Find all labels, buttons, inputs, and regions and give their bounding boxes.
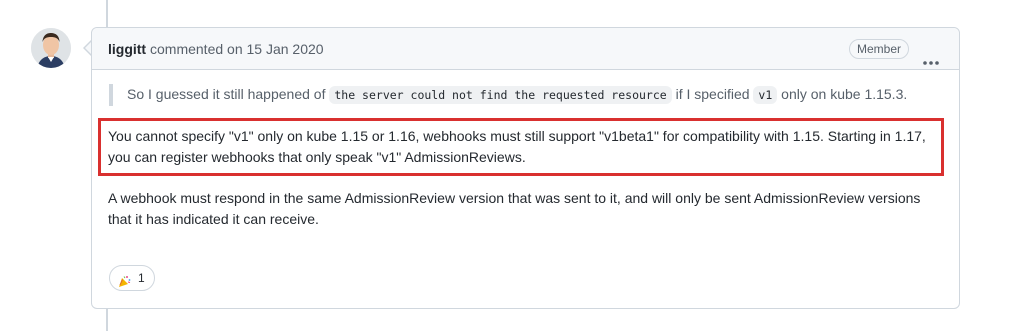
quote-code-1: the server could not find the requested … bbox=[329, 86, 672, 104]
member-badge: Member bbox=[848, 39, 909, 59]
kebab-menu-icon[interactable] bbox=[921, 43, 941, 65]
highlighted-paragraph: You cannot specify "v1" only on kube 1.1… bbox=[98, 118, 944, 176]
reaction-button[interactable]: 1 bbox=[109, 265, 155, 291]
tada-icon bbox=[118, 272, 131, 287]
comment-body: So I guessed it still happened of the se… bbox=[92, 70, 959, 230]
quote-text-1: So I guessed it still happened of bbox=[127, 86, 330, 102]
comment-box: liggitt commented on 15 Jan 2020 Member … bbox=[91, 27, 960, 309]
comment-date[interactable]: 15 Jan 2020 bbox=[247, 41, 324, 57]
quote-code-2: v1 bbox=[753, 86, 778, 104]
comment-paragraph: A webhook must respond in the same Admis… bbox=[108, 190, 921, 227]
quote-text-3: only on kube 1.15.3. bbox=[777, 86, 908, 102]
author-link[interactable]: liggitt bbox=[108, 41, 146, 57]
avatar[interactable] bbox=[31, 28, 71, 68]
comment-header: liggitt commented on 15 Jan 2020 Member bbox=[92, 28, 959, 70]
quote-text-2: if I specified bbox=[671, 86, 754, 102]
blockquote: So I guessed it still happened of the se… bbox=[109, 84, 945, 106]
comment-action: commented on bbox=[150, 41, 243, 57]
avatar-image bbox=[31, 28, 71, 68]
reaction-count: 1 bbox=[138, 271, 145, 285]
